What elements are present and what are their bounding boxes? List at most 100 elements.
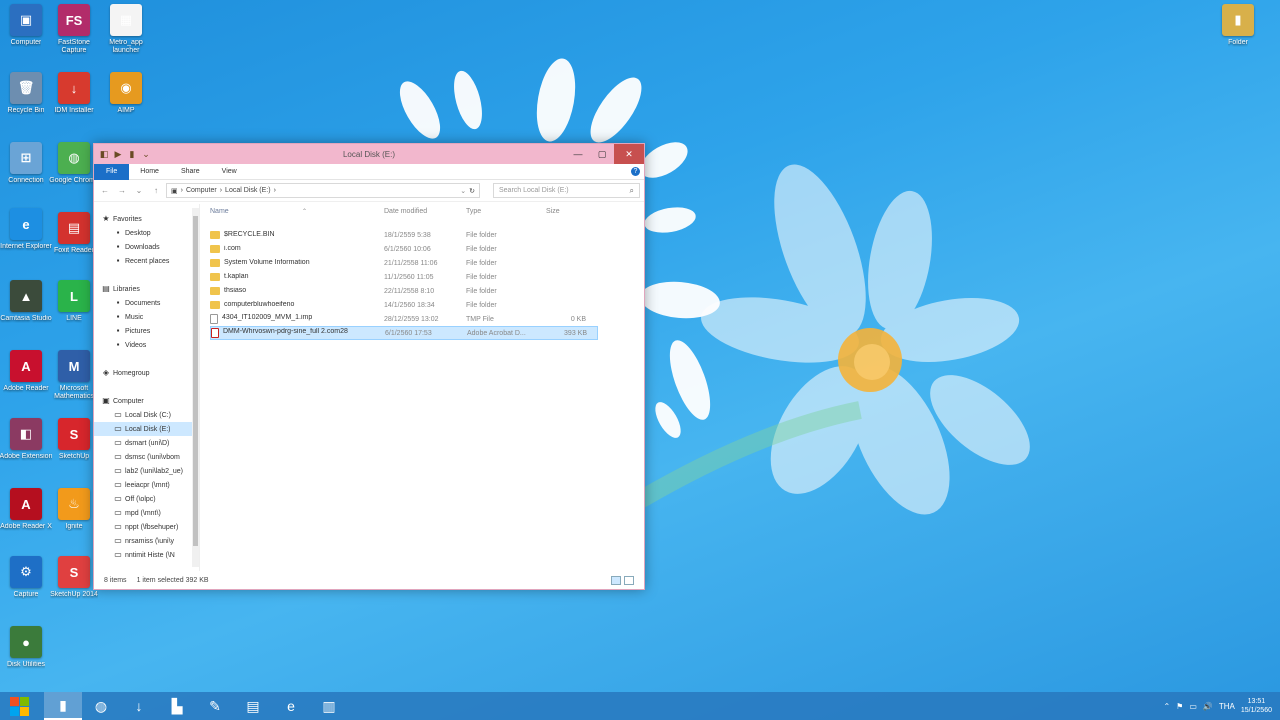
- large-icons-view-icon[interactable]: [624, 575, 634, 585]
- taskbar-internet-explorer[interactable]: e: [272, 692, 310, 720]
- breadcrumb-computer[interactable]: Computer: [186, 187, 217, 194]
- nav-item-music[interactable]: ▪ Music: [94, 310, 199, 324]
- breadcrumb-local-disk[interactable]: Local Disk (E:): [225, 187, 271, 194]
- col-type[interactable]: Type: [466, 208, 546, 220]
- nav-item-nppt-fbsehuper[interactable]: ▭ nppt (\fbsehuper): [94, 520, 199, 534]
- file-name-cell: DMM-Whrvoswn-pdrg-sine_full 2.com28: [211, 328, 385, 338]
- start-tile: [19, 696, 29, 706]
- volume-icon[interactable]: 🔊: [1203, 702, 1213, 711]
- file-date: 21/11/2558 11:06: [384, 259, 438, 267]
- nav-favorites[interactable]: ★ Favorites: [94, 212, 199, 226]
- explorer-body: ★ Favorites ▪ Desktop ▪ Downloads ▪ Recent pla…: [94, 204, 644, 571]
- taskbar-winrar[interactable]: ▥: [310, 692, 348, 720]
- nav-homegroup[interactable]: ◈ Homegroup: [94, 366, 199, 380]
- file-row[interactable]: thsiaso 22/11/2558 8:10 File folder: [210, 284, 598, 298]
- library-icon: ▤: [102, 284, 110, 293]
- taskbar: ▮ ◍ ↓ ▙ ✎ ▤ e ▥ ⌃ ⚑ ▭ 🔊 THA 13:51 15/1/2560: [0, 692, 1280, 720]
- nav-item-nrsamiss-uni-y[interactable]: ▭ nrsamiss (\uni\y: [94, 534, 199, 548]
- address-bar[interactable]: ▣ › Computer › Local Disk (E:) › ⌄ ↻: [166, 183, 480, 198]
- nav-item-downloads[interactable]: ▪ Downloads: [94, 240, 199, 254]
- start-button[interactable]: [4, 692, 34, 720]
- nav-libraries[interactable]: ▤ Libraries: [94, 282, 199, 296]
- desktop-icon-aimp[interactable]: ◉ AIMP: [96, 72, 156, 138]
- file-row[interactable]: $RECYCLE.BIN 18/1/2559 5:38 File folder: [210, 228, 598, 242]
- up-button[interactable]: ↑: [149, 184, 163, 198]
- taskbar-camtasia[interactable]: ▙: [158, 692, 196, 720]
- file-row[interactable]: System Volume Information 21/11/2558 11:0…: [210, 256, 598, 270]
- taskbar-notepad[interactable]: ▤: [234, 692, 272, 720]
- title-bar[interactable]: ◧ ▶ ▮ ⌄ Local Disk (E:) — ▢ ✕: [94, 144, 644, 164]
- desktop-icon-idm-installer[interactable]: ↓ IDM Installer: [44, 72, 104, 138]
- details-view-icon[interactable]: [611, 575, 621, 585]
- nav-item-documents[interactable]: ▪ Documents: [94, 296, 199, 310]
- forward-button[interactable]: →: [115, 184, 129, 198]
- nav-item-icon: ▭: [114, 480, 122, 489]
- show-hidden-icons-icon[interactable]: ⌃: [1163, 702, 1170, 711]
- nav-item-label: Videos: [125, 341, 147, 349]
- desktop-icon-disk-utilities[interactable]: ● Disk Utilities: [0, 626, 56, 692]
- nav-item-off-olpc[interactable]: ▭ Off (\olpc): [94, 492, 199, 506]
- file-row[interactable]: computerbluwhoeifeno 14/1/2560 18:34 File …: [210, 298, 598, 312]
- file-row[interactable]: DMM-Whrvoswn-pdrg-sine_full 2.com28 6/1/2…: [210, 326, 598, 340]
- search-icon[interactable]: ⌕: [630, 186, 634, 196]
- back-button[interactable]: ←: [98, 184, 112, 198]
- action-center-icon[interactable]: ⚑: [1176, 702, 1183, 711]
- address-dropdown-icon[interactable]: ⌄: [460, 187, 466, 195]
- nav-item-mpd-mnt[interactable]: ▭ mpd (\mnt\): [94, 506, 199, 520]
- tab-file[interactable]: File: [94, 163, 130, 180]
- nav-item-local-disk-c[interactable]: ▭ Local Disk (C:): [94, 408, 199, 422]
- nav-item-lab2-uni-lab2-ue[interactable]: ▭ lab2 (\uni\lab2_ue): [94, 464, 199, 478]
- desktop-icon-folder[interactable]: ▮ Folder: [1208, 4, 1268, 70]
- file-rows: $RECYCLE.BIN 18/1/2559 5:38 File folder i.c…: [210, 228, 598, 340]
- window-title: Local Disk (E:): [342, 150, 395, 159]
- desktop-icon-label: FastStone Capture: [58, 39, 90, 54]
- help-icon[interactable]: ?: [631, 167, 640, 176]
- desktop-icon-label: SketchUp 2014: [50, 591, 98, 598]
- file-type: Adobe Acrobat D...: [467, 329, 526, 337]
- recent-dropdown-icon[interactable]: ⌄: [132, 184, 146, 198]
- taskbar-chrome[interactable]: ◍: [82, 692, 120, 720]
- breadcrumb-sep: ›: [180, 187, 183, 194]
- nav-item-videos[interactable]: ▪ Videos: [94, 338, 199, 352]
- nav-item-leeiacpr-mnt[interactable]: ▭ leeiacpr (\mnt): [94, 478, 199, 492]
- nav-item-desktop[interactable]: ▪ Desktop: [94, 226, 199, 240]
- nav-item-nntimit-histe-n[interactable]: ▭ nntimit Histe (\N: [94, 548, 199, 562]
- nav-item-dsmart-uni-d[interactable]: ▭ dsmart (uni\D): [94, 436, 199, 450]
- file-name-cell: t.kaplan: [210, 273, 384, 281]
- col-date[interactable]: Date modified: [384, 208, 466, 220]
- tab-home[interactable]: Home: [129, 164, 170, 180]
- file-row[interactable]: 4304_IT102009_MVM_1.imp 28/12/2559 13:02 T…: [210, 312, 598, 326]
- nav-item-recent-places[interactable]: ▪ Recent places: [94, 254, 199, 268]
- desktop-icon-faststone-capture[interactable]: FS FastStone Capture: [44, 4, 104, 70]
- tab-share[interactable]: Share: [170, 164, 211, 180]
- refresh-icon[interactable]: ↻: [469, 187, 475, 195]
- nav-item-local-disk-e[interactable]: ▭ Local Disk (E:): [94, 422, 199, 436]
- taskbar-idm[interactable]: ↓: [120, 692, 158, 720]
- file-row[interactable]: i.com 6/1/2560 10:06 File folder: [210, 242, 598, 256]
- file-row[interactable]: t.kaplan 11/1/2560 11:05 File folder: [210, 270, 598, 284]
- taskbar-paint[interactable]: ✎: [196, 692, 234, 720]
- nav-scroll-thumb[interactable]: [193, 216, 198, 546]
- nav-item-pictures[interactable]: ▪ Pictures: [94, 324, 199, 338]
- input-language[interactable]: THA: [1219, 702, 1235, 711]
- taskbar-file-explorer[interactable]: ▮: [44, 692, 82, 720]
- nav-item-icon: ▪: [116, 312, 120, 321]
- col-name[interactable]: Name: [210, 208, 384, 220]
- file-explorer-icon: ▮: [59, 696, 67, 713]
- desktop-icon-metro-app-launcher[interactable]: ▦ Metro_app launcher: [96, 4, 156, 70]
- nav-item-label: Downloads: [125, 243, 160, 251]
- battery-icon[interactable]: ▭: [1189, 702, 1197, 711]
- google-chrome-icon: ◍: [58, 142, 90, 174]
- tab-view[interactable]: View: [211, 164, 248, 180]
- col-size[interactable]: Size: [546, 208, 586, 220]
- nav-item-dsmsc-uni-vbom[interactable]: ▭ dsmsc (\uni\vbom: [94, 450, 199, 464]
- ribbon-tabs: File Home Share View ?: [94, 163, 644, 180]
- search-input[interactable]: Search Local Disk (E:) ⌕: [493, 183, 640, 198]
- desktop-icon-label: Disk Utilities: [6, 661, 46, 668]
- desktop-icon-label: IDM Installer: [54, 107, 94, 114]
- nav-scrollbar[interactable]: [192, 208, 199, 567]
- clock[interactable]: 13:51 15/1/2560: [1241, 697, 1272, 715]
- nav-computer[interactable]: ▣ Computer: [94, 394, 199, 408]
- nav-item-label: Local Disk (E:): [125, 425, 171, 433]
- internet-explorer-icon: e: [10, 208, 42, 240]
